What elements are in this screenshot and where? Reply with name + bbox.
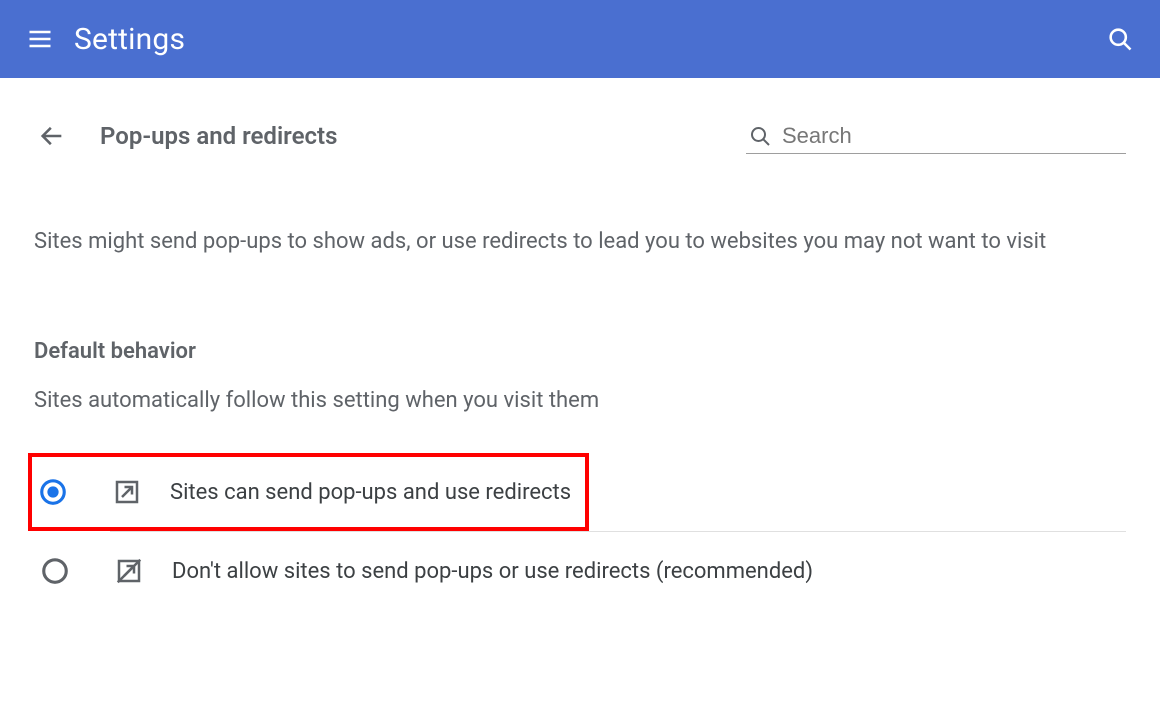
option-block[interactable]: Don't allow sites to send pop-ups or use… — [34, 532, 1126, 610]
back-button[interactable] — [34, 118, 70, 154]
page-description: Sites might send pop-ups to show ads, or… — [34, 224, 1094, 259]
page-header: Pop-ups and redirects — [34, 118, 1126, 154]
option-allow[interactable]: Sites can send pop-ups and use redirects — [28, 453, 589, 531]
appbar-search-button[interactable] — [1100, 19, 1140, 59]
section-subtitle: Sites automatically follow this setting … — [34, 388, 1126, 413]
search-icon — [748, 124, 772, 148]
section-title: Default behavior — [34, 339, 1126, 364]
option-block-label: Don't allow sites to send pop-ups or use… — [172, 559, 813, 584]
hamburger-icon — [26, 25, 54, 53]
app-title: Settings — [74, 22, 185, 57]
app-bar: Settings — [0, 0, 1160, 78]
popup-blocked-icon — [114, 556, 144, 586]
option-allow-label: Sites can send pop-ups and use redirects — [170, 480, 571, 505]
page-search-input[interactable] — [782, 123, 1124, 149]
arrow-left-icon — [38, 122, 66, 150]
popup-allowed-icon — [112, 477, 142, 507]
radio-unselected[interactable] — [40, 556, 70, 586]
page-title: Pop-ups and redirects — [100, 122, 337, 150]
radio-selected[interactable] — [38, 477, 68, 507]
page-search-field[interactable] — [746, 119, 1126, 154]
search-icon — [1106, 25, 1134, 53]
menu-button[interactable] — [20, 19, 60, 59]
options-group: Sites can send pop-ups and use redirects… — [34, 453, 1126, 610]
